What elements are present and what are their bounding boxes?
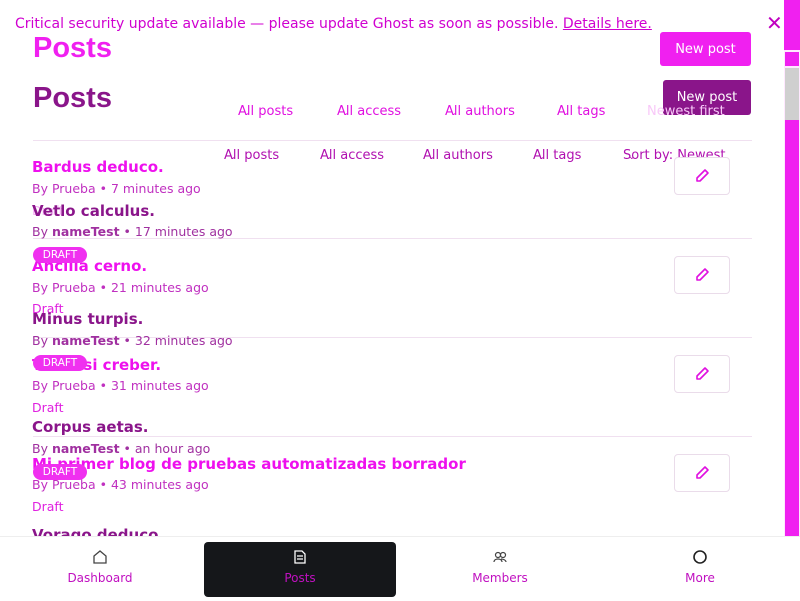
divider: [33, 140, 752, 141]
post-title[interactable]: Minus turpis.: [32, 310, 143, 328]
status-badge: DRAFT: [33, 355, 87, 371]
post-title[interactable]: Mi primer blog de pruebas automatizadas …: [32, 455, 466, 473]
edit-document-icon: [294, 550, 306, 564]
scrollbar-top-edge: [784, 0, 800, 50]
status-badge: DRAFT: [33, 247, 87, 263]
post-title[interactable]: Corpus aetas.: [32, 418, 149, 436]
scrollbar-track[interactable]: [785, 120, 799, 536]
divider: [33, 436, 752, 437]
post-meta: By nameTest • 32 minutes ago: [32, 333, 233, 348]
filter-type[interactable]: All posts ⌄: [238, 104, 293, 119]
post-meta: By nameTest • an hour ago: [32, 441, 211, 456]
post-title[interactable]: Bardus deduco.: [32, 158, 164, 176]
filter-access[interactable]: All access ⌄: [337, 104, 401, 119]
filter-access-secondary[interactable]: All access ⌄: [320, 148, 384, 163]
pencil-icon: [696, 466, 709, 479]
nav-label: Dashboard: [67, 571, 133, 585]
nav-more[interactable]: More: [600, 537, 800, 597]
scrollbar-thumb[interactable]: [785, 68, 799, 120]
post-meta: By Prueba • 7 minutes ago: [32, 181, 201, 196]
filter-sort-secondary[interactable]: Sort by: Newest ⌄: [623, 148, 726, 163]
pencil-icon: [696, 268, 709, 281]
members-icon: [493, 551, 507, 563]
security-banner: Critical security update available — ple…: [15, 16, 652, 32]
post-status: Draft: [32, 499, 64, 514]
banner-details-link[interactable]: Details here.: [563, 16, 652, 32]
nav-dashboard[interactable]: Dashboard: [0, 537, 200, 597]
new-post-button[interactable]: New post: [660, 32, 751, 66]
page-title-secondary: Posts: [33, 82, 112, 114]
bottom-nav: Dashboard Posts Members More: [0, 536, 800, 601]
filter-authors[interactable]: All authors ⌄: [445, 104, 515, 119]
filter-tags[interactable]: All tags ⌄: [557, 104, 605, 119]
edit-post-button[interactable]: [674, 355, 730, 393]
close-icon[interactable]: ✕: [766, 13, 784, 33]
more-icon: [693, 550, 707, 564]
nav-label: Members: [472, 571, 528, 585]
pencil-icon: [696, 169, 709, 182]
post-meta: By Prueba • 21 minutes ago: [32, 280, 209, 295]
home-icon: [93, 550, 107, 564]
post-meta: By Prueba • 31 minutes ago: [32, 378, 209, 393]
post-meta: By nameTest • 17 minutes ago: [32, 224, 233, 239]
scroll-up-arrow-icon[interactable]: [785, 52, 799, 66]
status-badge: DRAFT: [33, 464, 87, 480]
filter-tags-secondary[interactable]: All tags ⌄: [533, 148, 581, 163]
filter-authors-secondary[interactable]: All authors ⌄: [423, 148, 493, 163]
page-title: Posts: [33, 32, 112, 64]
nav-label: More: [685, 571, 715, 585]
pencil-icon: [696, 367, 709, 380]
edit-post-button[interactable]: [674, 157, 730, 195]
edit-post-button[interactable]: [674, 454, 730, 492]
post-status: Draft: [32, 400, 64, 415]
banner-text: Critical security update available — ple…: [15, 16, 559, 32]
nav-members[interactable]: Members: [400, 537, 600, 597]
filter-type-secondary[interactable]: All posts ⌄: [224, 148, 279, 163]
nav-label: Posts: [284, 571, 316, 585]
post-title[interactable]: Vetlo calculus.: [32, 202, 155, 220]
nav-posts[interactable]: Posts: [204, 537, 396, 597]
edit-post-button[interactable]: [674, 256, 730, 294]
